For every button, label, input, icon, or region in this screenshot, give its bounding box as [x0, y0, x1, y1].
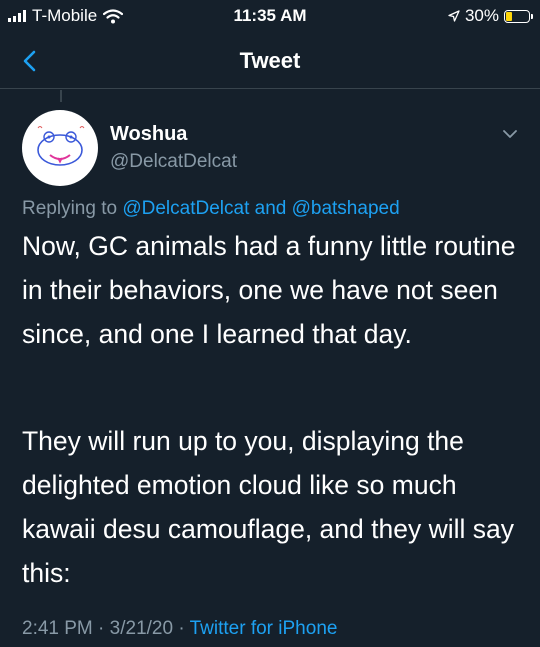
replying-to: Replying to @DelcatDelcat and @batshaped	[22, 198, 400, 220]
avatar[interactable]	[22, 110, 98, 186]
tweet-source[interactable]: Twitter for iPhone	[190, 618, 338, 639]
reply-and: and	[254, 198, 287, 219]
reply-mention-2[interactable]: @batshaped	[292, 198, 400, 219]
battery-icon	[504, 9, 533, 23]
thread-line	[60, 90, 62, 102]
author-handle[interactable]: @DelcatDelcat	[110, 151, 237, 173]
battery-percent: 30%	[464, 6, 499, 25]
author-name[interactable]: Woshua	[110, 123, 187, 146]
tweet-text-paragraph: Now, GC animals had a funny little routi…	[22, 231, 516, 349]
tweet-time: 2:41 PM	[22, 618, 93, 639]
status-right: 30%	[448, 6, 533, 26]
chevron-down-icon[interactable]	[500, 124, 520, 144]
tweet-date: 3/21/20	[109, 618, 174, 639]
location-arrow-icon	[448, 10, 460, 22]
tweet-meta: 2:41 PM · 3/21/20 · Twitter for iPhone	[22, 618, 338, 639]
avatar-drawing	[37, 126, 85, 166]
tweet-text-paragraph: They will run up to you, displaying the …	[22, 426, 514, 588]
nav-bar: Tweet	[0, 38, 540, 89]
battery-fill	[506, 11, 513, 21]
reply-mention-1[interactable]: @DelcatDelcat	[122, 198, 249, 219]
status-bar: T-Mobile 11:35 AM 30%	[0, 0, 540, 34]
replying-prefix: Replying to	[22, 198, 118, 219]
page-title: Tweet	[239, 48, 301, 73]
